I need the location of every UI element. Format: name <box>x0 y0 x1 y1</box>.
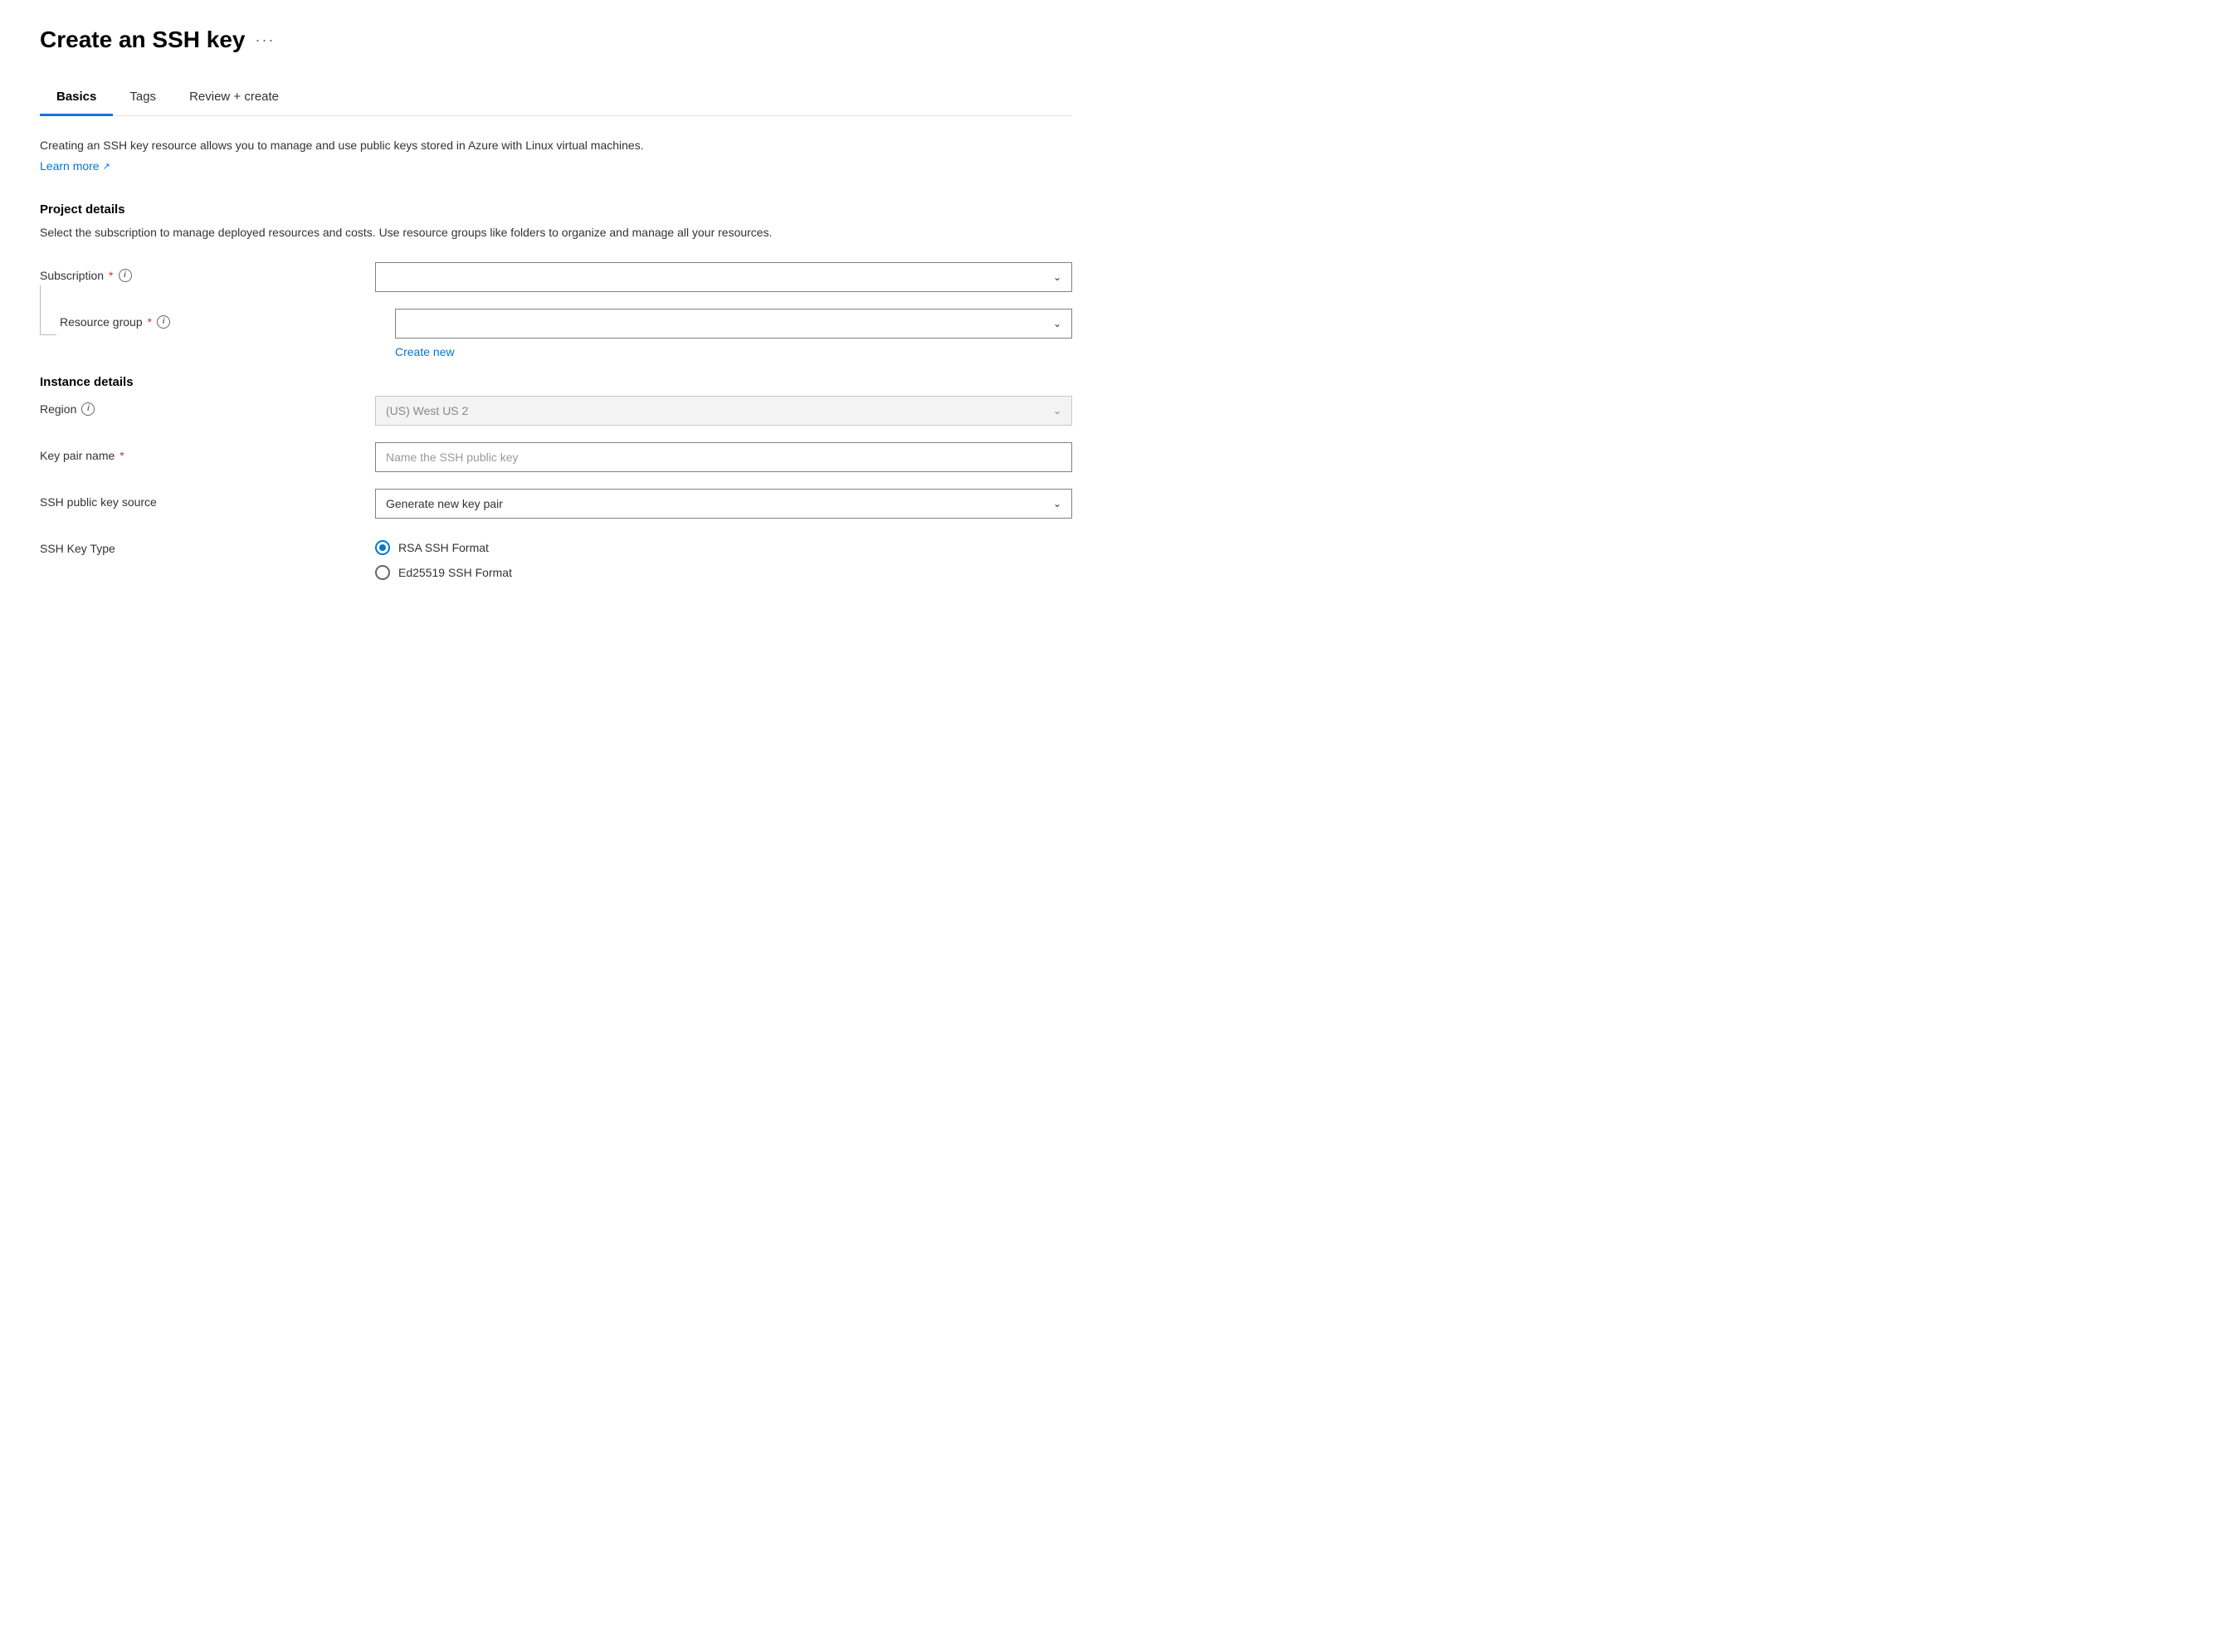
page-title: Create an SSH key <box>40 27 245 53</box>
radio-label-rsa: RSA SSH Format <box>398 541 489 554</box>
radio-item-rsa[interactable]: RSA SSH Format <box>375 540 1072 555</box>
ssh-public-key-source-dropdown[interactable]: Generate new key pair ⌄ <box>375 489 1072 519</box>
external-link-icon: ↗ <box>103 161 110 172</box>
key-pair-name-row: Key pair name * <box>40 442 1072 472</box>
tab-basics[interactable]: Basics <box>40 80 113 116</box>
radio-item-ed25519[interactable]: Ed25519 SSH Format <box>375 565 1072 580</box>
ssh-public-key-source-control-col: Generate new key pair ⌄ <box>375 489 1072 519</box>
radio-circle-ed25519 <box>375 565 390 580</box>
ssh-public-key-source-chevron-icon: ⌄ <box>1053 498 1061 509</box>
ssh-key-type-label-col: SSH Key Type <box>40 535 355 555</box>
ssh-public-key-source-value: Generate new key pair <box>386 497 503 510</box>
ssh-key-type-control-col: RSA SSH Format Ed25519 SSH Format <box>375 535 1072 580</box>
subscription-chevron-icon: ⌄ <box>1053 271 1061 283</box>
region-info-icon[interactable]: i <box>81 402 95 416</box>
resource-group-dropdown[interactable]: ⌄ <box>395 309 1072 339</box>
subscription-label: Subscription <box>40 269 104 282</box>
radio-label-ed25519: Ed25519 SSH Format <box>398 566 512 579</box>
ssh-public-key-source-label-col: SSH public key source <box>40 489 355 509</box>
subscription-info-icon[interactable]: i <box>119 269 132 282</box>
subscription-required: * <box>109 269 113 282</box>
radio-circle-rsa <box>375 540 390 555</box>
indent-bracket <box>40 285 56 335</box>
more-options-icon[interactable]: ··· <box>255 32 275 49</box>
tab-tags[interactable]: Tags <box>113 80 173 116</box>
ssh-key-type-row: SSH Key Type RSA SSH Format Ed25519 SSH … <box>40 535 1072 580</box>
project-details-description: Select the subscription to manage deploy… <box>40 223 1072 241</box>
instance-details-section: Instance details Region i (US) West US 2… <box>40 375 1072 580</box>
region-control-col: (US) West US 2 ⌄ <box>375 396 1072 426</box>
create-new-link[interactable]: Create new <box>395 345 1072 358</box>
region-value: (US) West US 2 <box>386 404 468 417</box>
subscription-label-col: Subscription * i <box>40 262 355 282</box>
project-details-heading: Project details <box>40 202 1072 217</box>
region-dropdown: (US) West US 2 ⌄ <box>375 396 1072 426</box>
region-chevron-icon: ⌄ <box>1053 405 1061 417</box>
tab-bar: Basics Tags Review + create <box>40 80 1072 116</box>
resource-group-control-col: ⌄ Create new <box>395 309 1072 358</box>
resource-group-info-icon[interactable]: i <box>157 315 170 329</box>
subscription-dropdown[interactable]: ⌄ <box>375 262 1072 292</box>
ssh-key-type-label: SSH Key Type <box>40 542 115 555</box>
region-label: Region <box>40 402 76 416</box>
ssh-public-key-source-row: SSH public key source Generate new key p… <box>40 489 1072 519</box>
learn-more-link[interactable]: Learn more ↗ <box>40 159 110 173</box>
tab-review-create[interactable]: Review + create <box>173 80 295 116</box>
subscription-row: Subscription * i ⌄ <box>40 262 1072 292</box>
instance-details-heading: Instance details <box>40 375 1072 389</box>
key-pair-name-control-col <box>375 442 1072 472</box>
ssh-key-type-radio-group: RSA SSH Format Ed25519 SSH Format <box>375 535 1072 580</box>
key-pair-name-label-col: Key pair name * <box>40 442 355 462</box>
resource-group-required: * <box>148 315 152 329</box>
resource-group-row: Resource group * i ⌄ Create new <box>40 309 1072 358</box>
key-pair-name-label: Key pair name <box>40 449 115 462</box>
region-label-col: Region i <box>40 396 355 416</box>
resource-group-label: Resource group <box>60 315 143 329</box>
key-pair-name-required: * <box>119 449 124 462</box>
subscription-control-col: ⌄ <box>375 262 1072 292</box>
resource-group-label-col: Resource group * i <box>60 309 375 329</box>
region-row: Region i (US) West US 2 ⌄ <box>40 396 1072 426</box>
learn-more-label: Learn more <box>40 159 100 173</box>
page-description: Creating an SSH key resource allows you … <box>40 136 1072 154</box>
ssh-public-key-source-label: SSH public key source <box>40 495 157 509</box>
key-pair-name-input[interactable] <box>375 442 1072 472</box>
resource-group-chevron-icon: ⌄ <box>1053 318 1061 329</box>
